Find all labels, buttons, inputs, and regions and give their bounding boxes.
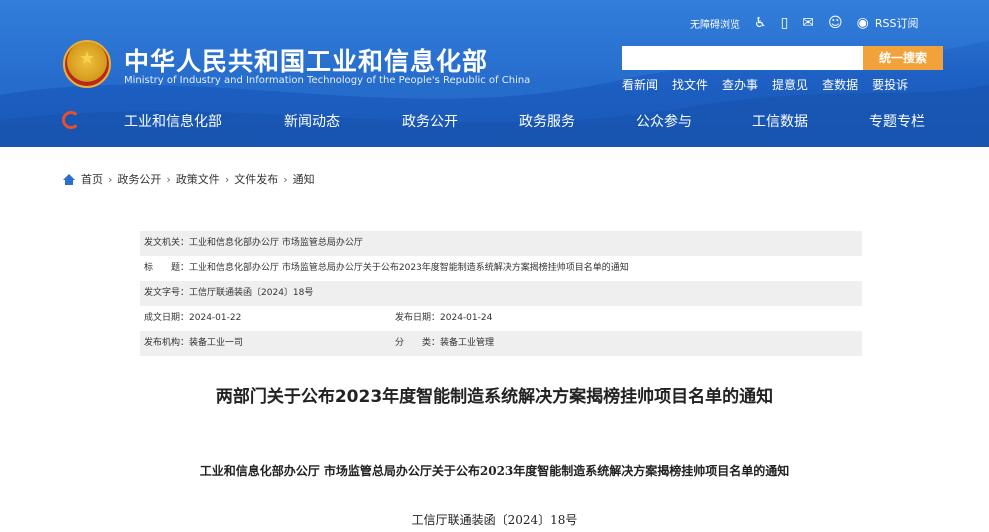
nav-item-news[interactable]: 新闻动态 bbox=[284, 111, 340, 131]
home-icon[interactable] bbox=[63, 173, 75, 185]
meta-value-category: 装备工业管理 bbox=[440, 338, 495, 348]
nav-item-data[interactable]: 工信数据 bbox=[752, 111, 808, 131]
breadcrumb-separator: › bbox=[283, 172, 288, 186]
weibo-icon[interactable]: ◉ bbox=[857, 14, 869, 32]
quick-link-services[interactable]: 查办事 bbox=[722, 76, 758, 93]
breadcrumb-policy[interactable]: 政策文件 bbox=[176, 171, 220, 187]
site-title[interactable]: 中华人民共和国工业和信息化部 bbox=[124, 42, 488, 78]
search-input[interactable] bbox=[622, 46, 863, 70]
meta-label: 分 类： bbox=[395, 338, 441, 348]
meta-row-title: 标 题： 工业和信息化部办公厅 市场监管总局办公厅关于公布2023年度智能制造系… bbox=[140, 256, 862, 281]
meta-value-published: 2024-01-24 bbox=[440, 313, 493, 323]
document-meta-table: 发文机关： 工业和信息化部办公厅 市场监管总局办公厅 标 题： 工业和信息化部办… bbox=[140, 231, 862, 356]
meta-row-docno: 发文字号： 工信厅联通装函〔2024〕18号 bbox=[140, 281, 862, 306]
rss-link[interactable]: RSS订阅 bbox=[875, 15, 919, 31]
meta-label: 发布日期： bbox=[395, 313, 441, 323]
site-subtitle: Ministry of Industry and Information Tec… bbox=[124, 75, 531, 86]
meta-label: 成文日期： bbox=[144, 313, 190, 323]
meta-value-docno: 工信厅联通装函〔2024〕18号 bbox=[189, 288, 314, 298]
nav-item-public-participation[interactable]: 公众参与 bbox=[636, 111, 692, 131]
article-subtitle: 工业和信息化部办公厅 市场监管总局办公厅关于公布2023年度智能制造系统解决方案… bbox=[199, 464, 790, 478]
meta-row-issuer: 发文机关： 工业和信息化部办公厅 市场监管总局办公厅 bbox=[140, 231, 862, 256]
breadcrumb-gov-affairs[interactable]: 政务公开 bbox=[117, 171, 161, 187]
meta-value-org: 装备工业一司 bbox=[189, 338, 244, 348]
meta-label: 标 题： bbox=[144, 263, 190, 273]
breadcrumb-home[interactable]: 首页 bbox=[81, 171, 103, 187]
meta-label: 发文字号： bbox=[144, 288, 190, 298]
article-doc-number: 工信厅联通装函〔2024〕18号 bbox=[411, 513, 578, 527]
quick-links: 看新闻 找文件 查办事 提意见 查数据 要投诉 bbox=[622, 76, 922, 93]
breadcrumb-notice[interactable]: 通知 bbox=[293, 171, 315, 187]
main-nav: 工业和信息化部 新闻动态 政务公开 政务服务 公众参与 工信数据 专题专栏 bbox=[0, 108, 989, 134]
national-emblem-logo[interactable]: ★ bbox=[63, 40, 111, 88]
nav-item-gov-services[interactable]: 政务服务 bbox=[519, 111, 575, 131]
elder-mode-icon[interactable]: ♿ bbox=[754, 14, 767, 32]
home-logo-icon[interactable] bbox=[62, 111, 80, 129]
mobile-icon[interactable]: ▯ bbox=[781, 14, 789, 32]
breadcrumb: 首页 › 政务公开 › 政策文件 › 文件发布 › 通知 bbox=[63, 171, 315, 187]
top-links: 无障碍浏览 ♿ ▯ ✉ ☺ ◉ RSS订阅 bbox=[690, 13, 918, 33]
breadcrumb-separator: › bbox=[224, 172, 230, 186]
nav-item-miit[interactable]: 工业和信息化部 bbox=[124, 111, 222, 131]
wechat-icon[interactable]: ☺ bbox=[828, 14, 843, 32]
article-title: 两部门关于公布2023年度智能制造系统解决方案揭榜挂帅项目名单的通知 bbox=[215, 387, 774, 407]
nav-item-gov-affairs[interactable]: 政务公开 bbox=[402, 111, 458, 131]
site-header: ★ 中华人民共和国工业和信息化部 Ministry of Industry an… bbox=[0, 0, 989, 147]
breadcrumb-separator: › bbox=[166, 172, 171, 186]
quick-link-data[interactable]: 查数据 bbox=[822, 76, 858, 93]
nav-item-topics[interactable]: 专题专栏 bbox=[869, 111, 925, 131]
search-button[interactable]: 统一搜索 bbox=[863, 46, 943, 70]
meta-label: 发布机构： bbox=[144, 338, 190, 348]
quick-link-feedback[interactable]: 提意见 bbox=[772, 76, 808, 93]
meta-label: 发文机关： bbox=[144, 238, 190, 248]
meta-row-dates: 成文日期： 2024-01-22 发布日期： 2024-01-24 bbox=[140, 306, 862, 331]
meta-value-created: 2024-01-22 bbox=[189, 313, 242, 323]
quick-link-news[interactable]: 看新闻 bbox=[622, 76, 658, 93]
mail-icon[interactable]: ✉ bbox=[802, 14, 814, 32]
meta-value-title: 工业和信息化部办公厅 市场监管总局办公厅关于公布2023年度智能制造系统解决方案… bbox=[189, 263, 629, 273]
quick-link-files[interactable]: 找文件 bbox=[672, 76, 708, 93]
breadcrumb-file-release[interactable]: 文件发布 bbox=[234, 171, 278, 187]
quick-link-complaint[interactable]: 要投诉 bbox=[872, 76, 908, 93]
breadcrumb-separator: › bbox=[108, 172, 113, 186]
meta-row-org: 发布机构： 装备工业一司 分 类： 装备工业管理 bbox=[140, 331, 862, 356]
meta-value-issuer: 工业和信息化部办公厅 市场监管总局办公厅 bbox=[189, 238, 363, 248]
accessibility-link[interactable]: 无障碍浏览 bbox=[690, 16, 740, 31]
